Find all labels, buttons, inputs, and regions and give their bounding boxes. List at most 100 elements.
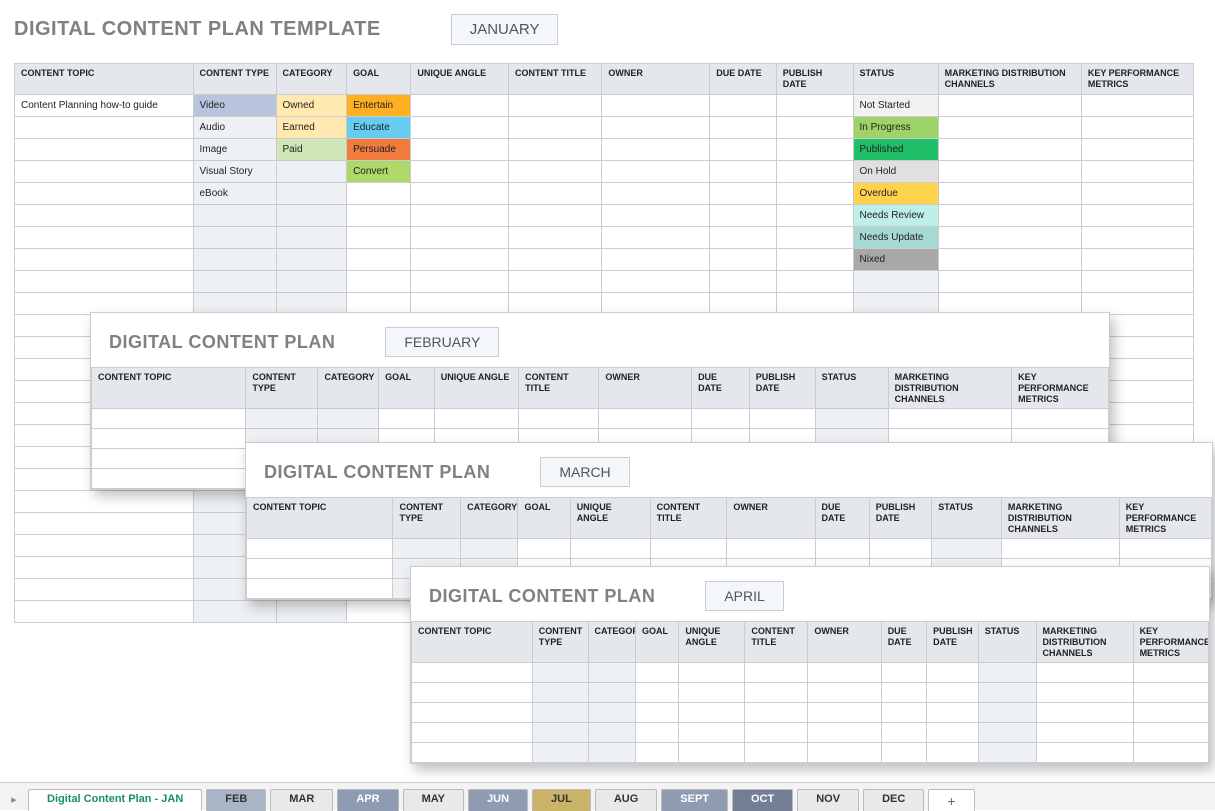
- month-pill-february[interactable]: FEBRUARY: [385, 327, 499, 357]
- cell-goal[interactable]: [347, 292, 411, 314]
- cell-pub[interactable]: [776, 182, 853, 204]
- cell-angle[interactable]: [411, 292, 509, 314]
- cell-channels[interactable]: [938, 160, 1081, 182]
- cell-channels[interactable]: [938, 94, 1081, 116]
- cell-angle[interactable]: [411, 160, 509, 182]
- cell-angle[interactable]: [411, 248, 509, 270]
- cell-due[interactable]: [710, 270, 776, 292]
- cell-owner[interactable]: [808, 683, 881, 703]
- cell-category[interactable]: Owned: [276, 94, 347, 116]
- cell-category[interactable]: [318, 409, 379, 429]
- cell-category[interactable]: [588, 723, 635, 743]
- cell-kpi[interactable]: [1081, 292, 1193, 314]
- table-row[interactable]: [15, 292, 1194, 314]
- cell-due[interactable]: [710, 248, 776, 270]
- cell-owner[interactable]: [602, 116, 710, 138]
- sheet-tab-feb[interactable]: FEB: [206, 789, 266, 811]
- cell-angle[interactable]: [411, 204, 509, 226]
- cell-status[interactable]: [978, 743, 1036, 763]
- cell-title[interactable]: [650, 539, 727, 559]
- cell-title[interactable]: [508, 182, 601, 204]
- table-row[interactable]: Content Planning how-to guideVideoOwnedE…: [15, 94, 1194, 116]
- content-table-april[interactable]: CONTENT TOPICCONTENT TYPECATEGORYGOALUNI…: [411, 621, 1209, 763]
- cell-type[interactable]: [532, 723, 588, 743]
- cell-title[interactable]: [745, 723, 808, 743]
- cell-owner[interactable]: [727, 539, 815, 559]
- cell-status[interactable]: [932, 539, 1002, 559]
- sheet-tab-may[interactable]: MAY: [403, 789, 464, 811]
- cell-owner[interactable]: [602, 94, 710, 116]
- cell-owner[interactable]: [808, 743, 881, 763]
- cell-title[interactable]: [508, 292, 601, 314]
- sheet-tab-nov[interactable]: NOV: [797, 789, 859, 811]
- cell-owner[interactable]: [602, 160, 710, 182]
- cell-category[interactable]: [588, 683, 635, 703]
- cell-type[interactable]: [193, 292, 276, 314]
- cell-kpi[interactable]: [1133, 683, 1208, 703]
- cell-status[interactable]: [853, 292, 938, 314]
- table-row[interactable]: [412, 663, 1209, 683]
- cell-owner[interactable]: [602, 182, 710, 204]
- sheet-tab-jul[interactable]: JUL: [532, 789, 591, 811]
- cell-category[interactable]: [461, 539, 518, 559]
- cell-goal[interactable]: [518, 539, 570, 559]
- cell-topic[interactable]: [15, 600, 194, 622]
- cell-due[interactable]: [710, 204, 776, 226]
- cell-topic[interactable]: [247, 539, 393, 559]
- sheet-tab-aug[interactable]: AUG: [595, 789, 657, 811]
- cell-topic[interactable]: [15, 204, 194, 226]
- cell-category[interactable]: [588, 743, 635, 763]
- cell-pub[interactable]: [927, 743, 979, 763]
- cell-channels[interactable]: [938, 182, 1081, 204]
- cell-topic[interactable]: [412, 743, 533, 763]
- cell-pub[interactable]: [749, 409, 815, 429]
- cell-type[interactable]: [246, 409, 318, 429]
- cell-type[interactable]: [532, 683, 588, 703]
- cell-kpi[interactable]: [1081, 226, 1193, 248]
- cell-goal[interactable]: [636, 703, 679, 723]
- cell-topic[interactable]: [15, 270, 194, 292]
- cell-category[interactable]: [276, 292, 347, 314]
- cell-due[interactable]: [881, 683, 926, 703]
- table-row[interactable]: Visual StoryConvertOn Hold: [15, 160, 1194, 182]
- cell-topic[interactable]: [15, 138, 194, 160]
- cell-status[interactable]: Nixed: [853, 248, 938, 270]
- cell-topic[interactable]: [247, 559, 393, 579]
- cell-type[interactable]: [532, 743, 588, 763]
- table-row[interactable]: eBookOverdue: [15, 182, 1194, 204]
- cell-owner[interactable]: [599, 409, 692, 429]
- cell-due[interactable]: [710, 292, 776, 314]
- cell-due[interactable]: [710, 138, 776, 160]
- cell-kpi[interactable]: [1081, 94, 1193, 116]
- cell-angle[interactable]: [411, 116, 509, 138]
- cell-title[interactable]: [745, 743, 808, 763]
- cell-due[interactable]: [881, 723, 926, 743]
- table-row[interactable]: [412, 703, 1209, 723]
- month-pill-january[interactable]: JANUARY: [451, 14, 559, 45]
- cell-type[interactable]: [532, 663, 588, 683]
- sheet-tab-mar[interactable]: MAR: [270, 789, 333, 811]
- cell-category[interactable]: [276, 204, 347, 226]
- cell-kpi[interactable]: [1012, 409, 1109, 429]
- cell-category[interactable]: [276, 182, 347, 204]
- cell-kpi[interactable]: [1081, 138, 1193, 160]
- table-row[interactable]: [15, 270, 1194, 292]
- cell-channels[interactable]: [938, 116, 1081, 138]
- cell-channels[interactable]: [1036, 703, 1133, 723]
- sheet-tab-apr[interactable]: APR: [337, 789, 398, 811]
- cell-pub[interactable]: [776, 116, 853, 138]
- cell-category[interactable]: [276, 600, 347, 622]
- cell-angle[interactable]: [411, 138, 509, 160]
- cell-goal[interactable]: Educate: [347, 116, 411, 138]
- cell-kpi[interactable]: [1081, 204, 1193, 226]
- cell-type[interactable]: Audio: [193, 116, 276, 138]
- cell-pub[interactable]: [927, 703, 979, 723]
- cell-goal[interactable]: [347, 600, 411, 622]
- cell-kpi[interactable]: [1081, 160, 1193, 182]
- cell-topic[interactable]: [15, 512, 194, 534]
- cell-angle[interactable]: [411, 226, 509, 248]
- cell-topic[interactable]: [15, 534, 194, 556]
- cell-goal[interactable]: [636, 743, 679, 763]
- cell-channels[interactable]: [938, 292, 1081, 314]
- table-row[interactable]: [412, 683, 1209, 703]
